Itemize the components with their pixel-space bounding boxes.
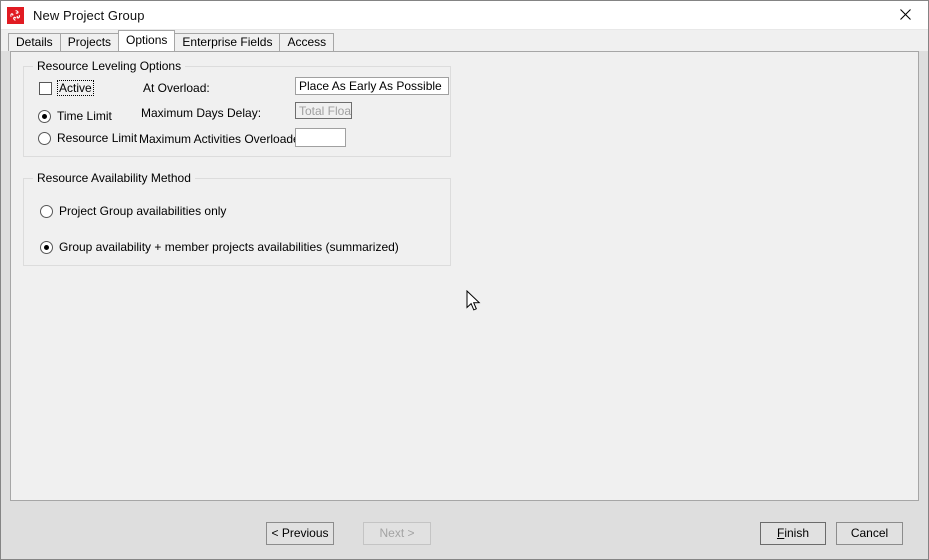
radio-time-limit[interactable]: Time Limit xyxy=(38,109,112,123)
maximum-activities-overloaded-input[interactable] xyxy=(295,128,346,147)
next-button[interactable]: Next > xyxy=(363,522,431,545)
maximum-activities-overloaded-label: Maximum Activities Overloaded: xyxy=(139,132,310,146)
tab-panel-wrapper: Resource Leveling Options Active Time Li… xyxy=(1,51,928,501)
group-resource-leveling-options: Resource Leveling Options Active Time Li… xyxy=(23,59,451,157)
radio-project-group-availabilities-only[interactable]: Project Group availabilities only xyxy=(40,204,226,218)
tab-options[interactable]: Options xyxy=(118,30,176,51)
maximum-days-delay-label: Maximum Days Delay: xyxy=(141,106,262,120)
active-checkbox[interactable]: Active xyxy=(39,80,94,96)
active-checkbox-box[interactable] xyxy=(39,81,52,95)
tab-enterprise-fields[interactable]: Enterprise Fields xyxy=(174,33,281,51)
radio-resource-limit-box[interactable] xyxy=(38,131,51,145)
group-resource-availability-method: Resource Availability Method Project Gro… xyxy=(23,171,451,266)
tab-details[interactable]: Details xyxy=(8,33,61,51)
tab-strip: Details Projects Options Enterprise Fiel… xyxy=(1,30,928,51)
maximum-days-delay-input[interactable]: Total Float xyxy=(295,102,352,119)
options-tab-panel: Resource Leveling Options Active Time Li… xyxy=(10,51,919,501)
group-resource-availability-method-legend: Resource Availability Method xyxy=(33,171,195,185)
mouse-cursor xyxy=(466,289,482,314)
radio-project-group-availabilities-only-box[interactable] xyxy=(40,204,53,218)
radio-time-limit-label: Time Limit xyxy=(57,109,112,123)
cancel-button[interactable]: Cancel xyxy=(836,522,903,545)
previous-button[interactable]: < Previous xyxy=(266,522,334,545)
dialog-button-bar: < Previous Next > Finish Cancel xyxy=(1,501,928,559)
radio-resource-limit-label: Resource Limit xyxy=(57,131,138,145)
dialog-window: New Project Group Details Projects Optio… xyxy=(0,0,929,560)
radio-time-limit-box[interactable] xyxy=(38,109,51,123)
finish-button[interactable]: Finish xyxy=(760,522,826,545)
radio-resource-limit[interactable]: Resource Limit xyxy=(38,131,137,145)
close-button[interactable] xyxy=(882,1,928,28)
at-overload-label: At Overload: xyxy=(143,81,210,95)
at-overload-input[interactable]: Place As Early As Possible xyxy=(295,77,449,95)
tab-projects[interactable]: Projects xyxy=(59,33,120,51)
finish-button-rest: inish xyxy=(784,526,810,540)
active-checkbox-label: Active xyxy=(57,80,94,96)
tab-access[interactable]: Access xyxy=(279,33,335,51)
radio-group-plus-member-availabilities[interactable]: Group availability + member projects ava… xyxy=(40,240,399,254)
radio-project-group-availabilities-only-label: Project Group availabilities only xyxy=(59,204,227,218)
radio-group-plus-member-availabilities-box[interactable] xyxy=(40,240,53,254)
title-bar: New Project Group xyxy=(1,1,928,30)
app-logo-icon xyxy=(7,6,24,24)
radio-group-plus-member-availabilities-label: Group availability + member projects ava… xyxy=(59,240,399,254)
group-resource-leveling-options-legend: Resource Leveling Options xyxy=(33,59,186,73)
window-title: New Project Group xyxy=(33,7,145,23)
